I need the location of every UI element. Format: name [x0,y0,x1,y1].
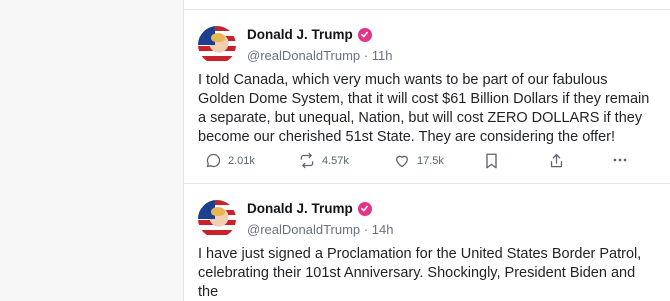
verified-badge-icon [357,201,372,216]
like-button[interactable]: 17.5k [393,152,444,169]
author-handle[interactable]: @realDonaldTrump [247,48,360,63]
avatar[interactable] [198,26,236,64]
author-handle[interactable]: @realDonaldTrump [247,222,360,237]
feed: Donald J. Trump @realDonaldTrump · 11h I… [183,0,670,301]
author-row: Donald J. Trump [247,201,372,216]
author-name[interactable]: Donald J. Trump [247,27,353,42]
action-bar: 2.01k 4.57k 17.5k [184,152,670,172]
share-icon [548,152,565,170]
verified-badge-icon [357,27,372,42]
post-time[interactable]: 14h [372,222,394,237]
retruth-icon [298,152,316,169]
more-button[interactable] [612,152,628,168]
separator-dot: · [363,222,372,237]
post-text: I have just signed a Proclamation for th… [198,246,642,300]
post: Donald J. Trump @realDonaldTrump · 14h I… [184,183,670,301]
more-icon [612,152,628,168]
avatar[interactable] [198,200,236,238]
like-icon [393,152,411,169]
bookmark-button[interactable] [484,152,499,170]
like-count: 17.5k [417,154,444,167]
bookmark-icon [484,152,499,170]
reply-count: 2.01k [228,154,255,167]
handle-row: @realDonaldTrump · 11h [247,48,392,63]
reply-button[interactable]: 2.01k [205,152,255,169]
handle-row: @realDonaldTrump · 14h [247,222,393,237]
retruth-button[interactable]: 4.57k [298,152,349,169]
reply-icon [205,152,222,169]
post: Donald J. Trump @realDonaldTrump · 11h I… [184,9,670,183]
retruth-count: 4.57k [322,154,349,167]
share-button[interactable] [548,152,565,170]
author-name[interactable]: Donald J. Trump [247,201,353,216]
post-time[interactable]: 11h [372,48,393,63]
separator-dot: · [363,48,372,63]
author-row: Donald J. Trump [247,27,372,42]
post-text: I told Canada, which very much wants to … [198,72,650,145]
